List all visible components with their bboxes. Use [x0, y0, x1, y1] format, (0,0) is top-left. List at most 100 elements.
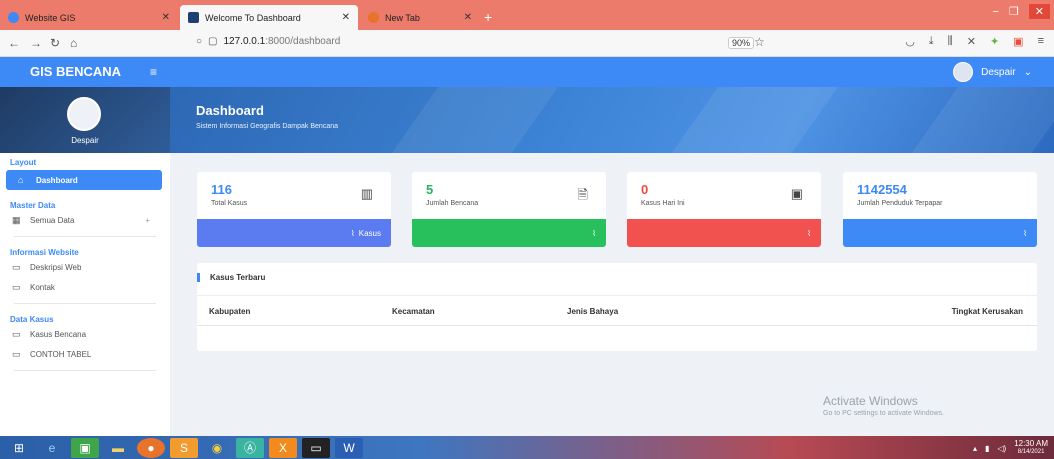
clock-time: 12:30 AM	[1014, 439, 1048, 448]
store-icon[interactable]: ▣	[71, 437, 99, 458]
window-icon: ▭	[12, 261, 21, 272]
download-icon[interactable]: ⤓	[929, 35, 934, 48]
stat-caption: Kasus Hari Ini	[641, 200, 685, 207]
close-tab-icon[interactable]: ✕	[162, 12, 170, 23]
close-tab-icon[interactable]: ✕	[464, 12, 472, 23]
android-studio-icon[interactable]: Ⓐ	[236, 437, 264, 458]
forward-icon[interactable]: →	[30, 36, 42, 50]
back-icon[interactable]: ←	[8, 36, 20, 50]
stat-card-total-kasus: 116 Total Kasus ▥ ⌇ Kasus	[197, 172, 391, 247]
activate-windows-watermark: Activate Windows Go to PC settings to ac…	[823, 394, 944, 417]
extension-x-icon[interactable]: ✕	[967, 35, 976, 48]
library-icon[interactable]: ⫼	[948, 35, 953, 48]
new-tab-plus-icon[interactable]: +	[484, 9, 492, 25]
network-icon[interactable]: ▴	[973, 444, 977, 453]
reload-icon[interactable]: ↻	[50, 36, 60, 50]
toolbar-icons: ◡ ⤓ ⫼ ✕ ✦ ▣ ≡	[905, 35, 1044, 48]
stat-card-link[interactable]: ⌇	[412, 219, 606, 247]
grid-icon: ▦	[12, 214, 21, 225]
stat-card-link[interactable]: ⌇	[843, 219, 1037, 247]
menu-icon[interactable]: ≡	[1038, 35, 1044, 48]
app-header: GIS BENCANA ≡ Despair ⌄	[0, 57, 1054, 87]
sidebar-user-panel: Despair	[0, 87, 170, 153]
signal-icon[interactable]: ▮	[985, 444, 989, 453]
sidebar: Despair Layout ⌂ Dashboard Master Data ▦…	[0, 87, 170, 436]
calendar-check-icon: ▣	[790, 186, 803, 201]
stat-card-jumlah-bencana: 5 Jumlah Bencana 🗎 ⌇	[412, 172, 606, 247]
close-tab-icon[interactable]: ✕	[342, 12, 350, 23]
stat-caption: Total Kasus	[211, 200, 248, 207]
tab-label: New Tab	[385, 12, 420, 23]
extension-badge-icon[interactable]: ▣	[1013, 35, 1023, 48]
column-header-tingkat-kerusakan[interactable]: Tingkat Kerusakan	[952, 307, 1023, 316]
command-prompt-icon[interactable]: ▭	[302, 437, 330, 458]
document-icon: 🗎	[577, 187, 588, 202]
stat-value: 5	[426, 182, 434, 197]
zoom-level[interactable]: 90%	[728, 37, 755, 49]
stat-card-link[interactable]: ⌇ Kasus	[197, 219, 391, 247]
internet-explorer-icon[interactable]: e	[38, 438, 66, 458]
page-icon: ▢	[208, 36, 218, 47]
bar-chart-icon: ▥	[360, 186, 373, 201]
tab-website-gis[interactable]: Website GIS ✕	[0, 5, 178, 30]
browser-tab-bar: Website GIS ✕ Welcome To Dashboard ✕ New…	[0, 0, 1054, 30]
sidebar-item-deskripsi-web[interactable]: ▭ Deskripsi Web	[0, 257, 170, 277]
address-bar[interactable]: ○ ▢ 127.0.0.1:8000/dashboard	[196, 36, 340, 47]
url-host: 127.0.0.1	[223, 36, 266, 47]
section-data-kasus: Data Kasus	[10, 315, 54, 324]
section-layout: Layout	[10, 158, 37, 167]
column-header-kecamatan[interactable]: Kecamatan	[392, 307, 435, 316]
window-icon: ▭	[12, 281, 21, 292]
brand-title[interactable]: GIS BENCANA	[30, 64, 121, 79]
extension-leaf-icon[interactable]: ✦	[990, 35, 999, 48]
firefox-icon[interactable]: ●	[137, 437, 165, 458]
file-explorer-icon[interactable]: ▬	[104, 438, 132, 458]
page-banner: Dashboard Sistem Informasi Geografis Dam…	[170, 87, 1054, 153]
banner-decoration	[887, 87, 1054, 153]
sublime-text-icon[interactable]: S	[170, 437, 198, 458]
stat-card-kasus-hari-ini: 0 Kasus Hari Ini ▣ ⌇	[627, 172, 821, 247]
column-header-jenis-bahaya[interactable]: Jenis Bahaya	[567, 307, 618, 316]
minimize-icon[interactable]: −	[992, 6, 998, 18]
word-icon[interactable]: W	[335, 437, 363, 458]
chevron-down-icon: ⌄	[1023, 66, 1032, 78]
home-icon[interactable]: ⌂	[70, 36, 77, 50]
stat-card-link[interactable]: ⌇	[627, 219, 821, 247]
user-name: Despair	[981, 66, 1016, 78]
chrome-icon[interactable]: ◉	[203, 438, 231, 458]
watermark-title: Activate Windows	[823, 394, 918, 408]
stat-link-label: Kasus	[358, 228, 381, 238]
section-master-data: Master Data	[10, 201, 56, 210]
tab-new-tab[interactable]: New Tab ✕	[360, 5, 480, 30]
tab-label: Welcome To Dashboard	[205, 12, 301, 23]
sidebar-item-label: Deskripsi Web	[30, 262, 82, 272]
hamburger-menu-icon[interactable]: ≡	[150, 65, 157, 79]
close-window-icon[interactable]: ✕	[1028, 4, 1050, 19]
user-menu[interactable]: Despair ⌄	[953, 62, 1032, 82]
volume-icon[interactable]: ◁)	[997, 444, 1006, 453]
sidebar-item-kontak[interactable]: ▭ Kontak	[0, 277, 170, 297]
tab-welcome-dashboard[interactable]: Welcome To Dashboard ✕	[180, 5, 358, 30]
sidebar-item-label: Kasus Bencana	[30, 329, 87, 339]
sidebar-user-name: Despair	[71, 136, 99, 145]
avatar	[953, 62, 974, 82]
pocket-icon[interactable]: ◡	[905, 35, 915, 48]
maximize-icon[interactable]: ❐	[1009, 5, 1019, 18]
sidebar-item-contoh-tabel[interactable]: ▭ CONTOH TABEL	[0, 344, 170, 364]
firefox-icon	[368, 12, 379, 23]
sidebar-item-semua-data[interactable]: ▦ Semua Data +	[0, 210, 170, 230]
panel-title: Kasus Terbaru	[197, 273, 265, 282]
bookmark-star-icon[interactable]: ☆	[754, 35, 765, 49]
sidebar-item-dashboard[interactable]: ⌂ Dashboard	[6, 170, 162, 190]
clock[interactable]: 12:30 AM 8/14/2021	[1014, 439, 1048, 457]
xampp-icon[interactable]: X	[269, 437, 297, 458]
sidebar-item-label: Kontak	[30, 282, 55, 292]
stat-caption: Jumlah Bencana	[426, 200, 479, 207]
windows-start-icon[interactable]: ⊞	[5, 438, 33, 458]
stat-caption: Jumlah Penduduk Terpapar	[857, 200, 943, 207]
sidebar-item-kasus-bencana[interactable]: ▭ Kasus Bencana	[0, 324, 170, 344]
url-path: :8000/dashboard	[265, 36, 341, 47]
sidebar-item-label: Dashboard	[36, 175, 78, 185]
column-header-kabupaten[interactable]: Kabupaten	[209, 307, 250, 316]
home-icon: ⌂	[18, 175, 24, 185]
